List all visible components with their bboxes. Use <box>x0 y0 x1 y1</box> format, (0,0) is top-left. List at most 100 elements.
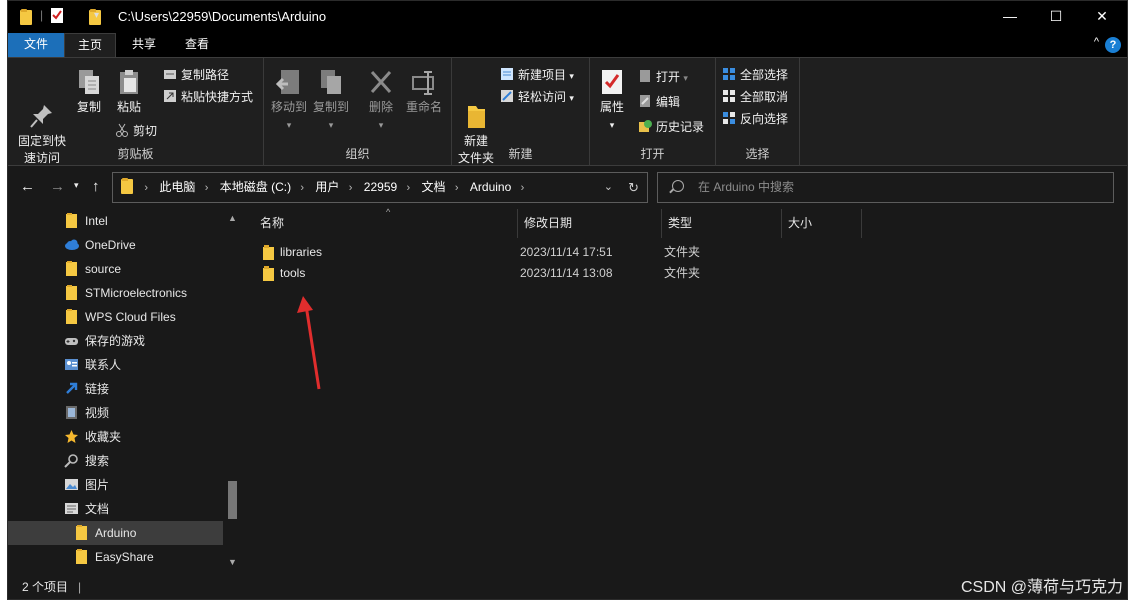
back-arrow-icon[interactable]: ← <box>20 178 35 195</box>
scroll-down-icon[interactable]: ▼ <box>228 557 237 567</box>
folder-icon <box>20 9 34 25</box>
address-bar[interactable]: › 此电脑 › 本地磁盘 (C:) › 用户 › 22959 › 文档 › Ar… <box>112 172 648 203</box>
up-arrow-icon[interactable]: ↑ <box>92 178 100 195</box>
paste-button[interactable]: 粘贴 <box>112 68 146 116</box>
properties-quick-icon[interactable] <box>50 7 64 24</box>
chevron-right-icon[interactable]: › <box>349 182 353 194</box>
column-modified[interactable]: 修改日期 <box>518 209 662 238</box>
paste-shortcut-label: 粘贴快捷方式 <box>181 90 254 104</box>
clipboard-group-label: 剪贴板 <box>117 147 154 161</box>
move-to-label: 移动到 <box>270 100 307 114</box>
folder-icon <box>121 178 135 194</box>
column-size[interactable]: 大小 <box>782 209 862 238</box>
chevron-right-icon[interactable]: › <box>144 182 148 194</box>
cut-button[interactable]: 剪切 <box>115 122 157 139</box>
refresh-icon[interactable]: ↻ <box>628 173 639 202</box>
crumb-this-pc[interactable]: 此电脑 <box>159 180 195 194</box>
scissors-icon <box>115 123 129 137</box>
sidebar-item-10[interactable]: 搜索 <box>8 449 223 473</box>
gamepad-icon <box>64 333 79 348</box>
copy-path-button[interactable]: 复制路径 <box>163 66 229 83</box>
chevron-right-icon[interactable]: › <box>407 182 411 194</box>
chevron-down-icon[interactable]: ⌄ <box>604 173 613 202</box>
paste-shortcut-button[interactable]: 粘贴快捷方式 <box>163 88 253 105</box>
close-button[interactable]: ✕ <box>1079 1 1125 33</box>
ribbon-collapse-icon[interactable]: ^ <box>1094 36 1099 48</box>
properties-button[interactable]: 属性 ▾ <box>596 68 628 134</box>
select-group-label: 选择 <box>745 147 770 161</box>
edit-button[interactable]: 编辑 <box>638 93 680 110</box>
chevron-right-icon[interactable]: › <box>300 182 304 194</box>
new-group: 新建 文件夹 新建项目 ▾ 轻松访问 ▾ 新建 <box>452 58 590 166</box>
sidebar-item-8[interactable]: 视频 <box>8 401 223 425</box>
rename-icon <box>411 68 437 96</box>
search-box[interactable]: 在 Arduino 中搜索 <box>657 172 1114 203</box>
crumb-local-disk[interactable]: 本地磁盘 (C:) <box>220 180 291 194</box>
invert-selection-button[interactable]: 反向选择 <box>722 110 788 127</box>
sidebar-item-label: EasyShare <box>95 550 154 564</box>
sidebar-item-12[interactable]: 文档 <box>8 497 223 521</box>
sidebar-item-5[interactable]: 保存的游戏 <box>8 329 223 353</box>
organize-group-label: 组织 <box>345 147 370 161</box>
invert-selection-icon <box>722 111 736 125</box>
chevron-right-icon[interactable]: › <box>205 182 209 194</box>
history-button[interactable]: 历史记录 <box>638 118 704 135</box>
delete-button[interactable]: 删除 ▾ <box>366 68 396 134</box>
document-icon <box>64 501 79 516</box>
sidebar-item-arduino[interactable]: Arduino <box>8 521 223 545</box>
paste-icon <box>116 68 142 96</box>
chevron-right-icon[interactable]: › <box>455 182 459 194</box>
copy-to-button[interactable]: 复制到 ▾ <box>312 68 350 134</box>
sidebar-item-9[interactable]: 收藏夹 <box>8 425 223 449</box>
minimize-button[interactable]: — <box>987 1 1033 33</box>
recent-locations-chevron-icon[interactable]: ▾ <box>74 180 79 191</box>
sidebar-scrollbar[interactable]: ▲ ▼ <box>224 209 240 573</box>
scroll-up-icon[interactable]: ▲ <box>228 213 237 223</box>
sidebar-item-source[interactable]: source <box>8 257 223 281</box>
maximize-button[interactable]: ☐ <box>1033 1 1079 33</box>
sidebar-item-11[interactable]: 图片 <box>8 473 223 497</box>
sidebar-item-label: STMicroelectronics <box>85 286 188 300</box>
folder-icon <box>64 261 79 276</box>
sidebar-item-stmicroelectronics[interactable]: STMicroelectronics <box>8 281 223 305</box>
tab-share[interactable]: 共享 <box>118 33 170 57</box>
sidebar-item-easyshare[interactable]: EasyShare <box>8 545 223 569</box>
move-to-button[interactable]: 移动到 ▾ <box>270 68 308 134</box>
sidebar-item-intel[interactable]: Intel <box>8 209 223 233</box>
link-icon <box>64 381 79 396</box>
customize-quick-access-icon[interactable]: ▾ <box>94 10 99 21</box>
delete-icon <box>368 68 394 96</box>
pin-icon <box>29 85 55 128</box>
column-type[interactable]: 类型 <box>662 209 782 238</box>
sidebar-item-7[interactable]: 链接 <box>8 377 223 401</box>
sidebar-item-onedrive[interactable]: OneDrive <box>8 233 223 257</box>
invert-selection-label: 反向选择 <box>740 112 789 126</box>
crumb-documents[interactable]: 文档 <box>422 180 446 194</box>
new-item-button[interactable]: 新建项目 ▾ <box>500 66 574 83</box>
sidebar-item-wps-cloud-files[interactable]: WPS Cloud Files <box>8 305 223 329</box>
sidebar-item-6[interactable]: 联系人 <box>8 353 223 377</box>
crumb-user[interactable]: 22959 <box>364 180 397 194</box>
open-button[interactable]: 打开 ▾ <box>638 68 688 85</box>
forward-arrow-icon[interactable]: → <box>50 178 65 195</box>
tab-file[interactable]: 文件 <box>8 33 64 57</box>
copy-label: 复制 <box>76 100 101 114</box>
crumb-arduino[interactable]: Arduino <box>470 180 511 194</box>
tab-home[interactable]: 主页 <box>64 33 116 57</box>
file-row[interactable]: libraries 2023/11/14 17:51 文件夹 <box>254 242 844 263</box>
chevron-right-icon[interactable]: › <box>521 182 525 194</box>
navigation-pane: Intel OneDrive source STMicroelectronics WPS… <box>8 209 242 573</box>
easy-access-button[interactable]: 轻松访问 ▾ <box>500 88 574 105</box>
select-all-button[interactable]: 全部选择 <box>722 66 788 83</box>
column-name[interactable]: 名称 <box>252 209 518 238</box>
tab-view[interactable]: 查看 <box>171 33 223 57</box>
file-row[interactable]: tools 2023/11/14 13:08 文件夹 <box>254 263 844 284</box>
rename-button[interactable]: 重命名 <box>404 68 444 116</box>
copy-button[interactable]: 复制 <box>72 68 106 116</box>
search-placeholder: 在 Arduino 中搜索 <box>698 180 795 194</box>
scroll-thumb[interactable] <box>228 481 237 519</box>
help-icon[interactable]: ? <box>1105 37 1121 53</box>
select-none-icon <box>722 89 736 103</box>
crumb-users[interactable]: 用户 <box>315 180 339 194</box>
select-none-button[interactable]: 全部取消 <box>722 88 788 105</box>
